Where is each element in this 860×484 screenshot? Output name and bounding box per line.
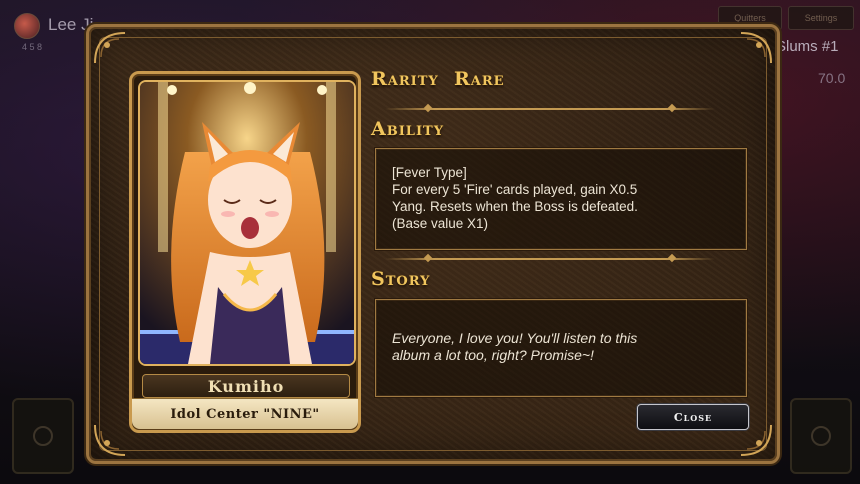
close-button-label: Close	[673, 410, 713, 424]
ability-box: [Fever Type] For every 5 'Fire' cards pl…	[375, 148, 747, 250]
ability-text: [Fever Type] For every 5 'Fire' cards pl…	[392, 164, 734, 232]
rarity-value: Rare	[453, 68, 505, 90]
fox-idol-illustration	[140, 82, 354, 364]
character-card: Kumiho Idol Center "NINE"	[129, 71, 361, 433]
card-artwork	[138, 80, 356, 366]
stage-label: Slums #1	[776, 38, 839, 55]
corner-ornament-icon	[93, 31, 127, 65]
ability-line: [Fever Type]	[392, 165, 467, 180]
card-detail-modal: Kumiho Idol Center "NINE" Rarity Rare Ab…	[86, 24, 780, 464]
rarity-heading: Rarity Rare	[371, 68, 505, 90]
card-title: Idol Center "NINE"	[170, 406, 320, 422]
ability-divider	[385, 258, 715, 260]
player-level: 4 5 8	[22, 42, 43, 52]
close-button[interactable]: Close	[637, 404, 749, 430]
rarity-label: Rarity	[371, 68, 439, 90]
deck-card-right[interactable]	[790, 398, 852, 474]
corner-ornament-icon	[93, 423, 127, 457]
story-line: Everyone, I love you! You'll listen to t…	[392, 330, 638, 346]
player-avatar[interactable]	[14, 13, 40, 39]
card-name: Kumiho	[207, 376, 285, 396]
score-value: 70.0	[818, 70, 846, 86]
ability-heading: Ability	[371, 118, 444, 140]
story-heading: Story	[371, 268, 431, 290]
ability-line: For every 5 'Fire' cards played, gain X0…	[392, 182, 638, 197]
story-text: Everyone, I love you! You'll listen to t…	[392, 330, 734, 364]
deck-card-left[interactable]	[12, 398, 74, 474]
ability-line: (Base value X1)	[392, 216, 489, 231]
story-line: album a lot too, right? Promise~!	[392, 347, 594, 363]
corner-ornament-icon	[739, 31, 773, 65]
story-box: Everyone, I love you! You'll listen to t…	[375, 299, 747, 397]
card-title-plate: Idol Center "NINE"	[132, 398, 358, 429]
ability-line: Yang. Resets when the Boss is defeated.	[392, 199, 638, 214]
card-name-plate: Kumiho	[142, 374, 350, 398]
rarity-divider	[385, 108, 715, 110]
settings-button[interactable]: Settings	[788, 6, 854, 30]
